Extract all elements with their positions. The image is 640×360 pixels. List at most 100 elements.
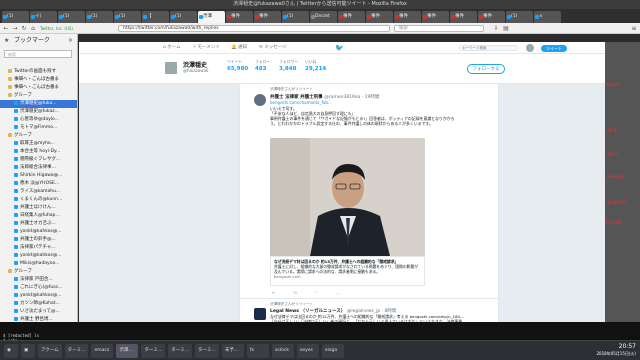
bookmark-item[interactable]: 日経集人@fuhap... <box>0 212 77 220</box>
profile-stat[interactable]: いいね 29,214 <box>305 59 326 72</box>
reply-icon[interactable]: ↩ <box>272 290 275 295</box>
bookmark-item[interactable]: いさ淡たまって@... <box>0 308 77 316</box>
bookmark-item[interactable]: 心善等ゆ@daylo... <box>0 116 77 124</box>
bookmark-item[interactable]: 渋澤穏史@fukaz... <box>0 108 77 116</box>
taskbar-button[interactable]: xclock <box>271 343 294 358</box>
nav-messages[interactable]: ✉ メッセージ <box>259 42 287 54</box>
bookmark-item[interactable]: グループ <box>0 92 77 100</box>
bookmark-item[interactable]: Mikis@hadayoo... <box>0 260 77 268</box>
tweet-avatar[interactable] <box>254 308 266 320</box>
close-icon[interactable]: × <box>68 37 73 44</box>
bookmark-item[interactable]: 弁護士オカ苫ぶ... <box>0 220 77 228</box>
taskbar-button[interactable]: アクーム <box>38 343 62 358</box>
nav-notifications[interactable]: 🔔 通知 <box>231 42 247 54</box>
desktop-file[interactable]: -EV-JPCRP... <box>606 200 629 205</box>
tweet-avatar[interactable] <box>254 94 266 106</box>
bookmark-item[interactable]: くまくんの@kunn... <box>0 196 77 204</box>
nav-home[interactable]: ⌂ ホーム <box>163 42 181 54</box>
bookmark-item[interactable]: ごれにぎ心(@fuss... <box>0 284 77 292</box>
bookmark-item[interactable]: 事細へ・ごんば古番ま <box>0 76 77 84</box>
tab[interactable]: 事件 <box>394 11 421 23</box>
taskbar-button[interactable]: ▣ <box>21 343 35 358</box>
bookmark-item[interactable]: 法律家 戸田合... <box>0 276 77 284</box>
profile-stat[interactable]: ツイート 65,980 <box>227 59 248 72</box>
menu-icon[interactable]: ≡ <box>630 25 638 32</box>
profile-stat[interactable]: フォロー 483 <box>255 59 270 72</box>
desktop-file[interactable]: skenbl <box>606 82 619 87</box>
taskbar-button[interactable]: xloga <box>321 343 344 358</box>
desktop-file[interactable]: l3-ISSM <box>606 220 621 225</box>
library-icon[interactable]: ▤ <box>502 25 510 32</box>
tab[interactable]: (1) <box>170 11 197 23</box>
bookmark-item[interactable]: 弁護士ほけけん... <box>0 204 77 212</box>
retweet-icon[interactable]: ⟲ <box>293 290 296 295</box>
taskbar-button[interactable]: ターミ... <box>195 343 219 358</box>
search-input[interactable]: 検索 <box>394 25 484 32</box>
link-card[interactable]: なぜ洗冊デマ材は回るのか 約15万件、弁護士への組織的な「懲戒請求」 弁護士に対… <box>270 256 425 286</box>
bookmark-item[interactable]: 法律家パテチゃ... <box>0 244 77 252</box>
url-input[interactable]: https://twitter.com/fukazawa0/with_repli… <box>118 25 390 32</box>
avatar[interactable] <box>526 44 534 52</box>
follow-button[interactable]: フォローする <box>467 64 505 74</box>
forward-icon[interactable]: → <box>11 25 19 32</box>
bookmark-item[interactable]: 悪木 淡@YHOSE... <box>0 180 77 188</box>
tab[interactable]: 事件 <box>226 11 253 23</box>
bookmark-item[interactable]: グループ <box>0 132 77 140</box>
taskbar-button[interactable]: emacs <box>91 343 114 358</box>
sidebar-title[interactable]: ★ ブックマーク <box>0 34 78 48</box>
tweet-button[interactable]: ツイート <box>541 45 567 52</box>
tab[interactable]: 事件 <box>478 11 505 23</box>
bookmark-item[interactable]: 弁護士の鈴手@... <box>0 236 77 244</box>
clock[interactable]: 20:57 2018年05月15日(火) <box>597 343 636 356</box>
tab[interactable]: (1) <box>86 11 113 23</box>
tab[interactable]: (1) <box>58 11 85 23</box>
taskbar-button[interactable]: ターミ... <box>64 343 89 358</box>
bookmark-item[interactable]: yonkt@kahkos@... <box>0 228 77 236</box>
bookmark-item[interactable]: 法郎総合法律事... <box>0 164 77 172</box>
taskbar-button[interactable]: 渋澤... <box>116 343 139 358</box>
reload-icon[interactable]: ↻ <box>20 25 28 32</box>
bookmark-item[interactable]: Shirkin Higawa@... <box>0 172 77 180</box>
twitter-search-input[interactable]: キーワード検索 <box>459 45 519 51</box>
bookmark-item[interactable]: yonkt@kahkos@... <box>0 252 77 260</box>
desktop-file[interactable]: -BPaiyd-j... <box>606 174 627 179</box>
tab[interactable]: 事件 <box>254 11 281 23</box>
bookmark-item[interactable]: 本合主等 hoyi-Dy... <box>0 148 77 156</box>
bookmark-item[interactable]: Twitterの画面も残す <box>0 68 77 76</box>
tab[interactable]: (1) <box>114 11 141 23</box>
bookmark-item[interactable]: yonkt@kahkos@... <box>0 292 77 300</box>
taskbar-button[interactable]: 未予... <box>221 343 244 358</box>
back-icon[interactable]: ← <box>2 25 10 32</box>
nav-moments[interactable]: ⚡ モーメント <box>193 42 220 54</box>
taskbar-button[interactable]: ターミ... <box>168 343 193 358</box>
tab[interactable]: 事件 <box>338 11 365 23</box>
tab[interactable]: 【 <box>142 11 169 23</box>
taskbar-button[interactable]: ◉ <box>4 343 18 358</box>
taskbar-button[interactable]: xeyes <box>296 343 319 358</box>
tab[interactable]: 事件 <box>366 11 393 23</box>
tab[interactable]: (1) <box>282 11 309 23</box>
profile-avatar[interactable] <box>164 61 178 75</box>
tab[interactable]: 事件 <box>422 11 449 23</box>
bookmark-item[interactable]: 取耳王@myho... <box>0 140 77 148</box>
taskbar-button[interactable]: fx <box>246 343 269 358</box>
site-identity[interactable]: Twitter, Inc. (US) <box>40 25 73 32</box>
more-icon[interactable]: … <box>336 290 340 295</box>
bookmark-item[interactable]: グループ <box>0 268 77 276</box>
tab[interactable]: 事件 <box>450 11 477 23</box>
like-icon[interactable]: ♡ <box>315 290 319 295</box>
bookmark-item[interactable]: モトマ@Fimmo... <box>0 124 77 132</box>
desktop-file[interactable]: -FR-9-- <box>606 128 619 133</box>
tab[interactable]: × <box>534 11 561 23</box>
download-icon[interactable]: ⇩ <box>492 25 500 32</box>
bookmark-item[interactable]: カツン師@Kahat... <box>0 300 77 308</box>
tab[interactable]: (1) <box>2 11 29 23</box>
bookmark-item[interactable]: 徳際級ぐフレサグ... <box>0 156 77 164</box>
tab[interactable]: (1) <box>506 11 533 23</box>
tweet-photo[interactable] <box>270 138 425 256</box>
bookmark-search-input[interactable]: 検索 <box>4 50 72 58</box>
taskbar-button[interactable]: ターミ... <box>141 343 166 358</box>
bookmark-item[interactable]: ライス@kamahu... <box>0 188 77 196</box>
home-icon[interactable]: ⌂ <box>29 25 37 32</box>
terminal-window[interactable]: $ [redacted] ls$ echo ...[ruby-2.x.x] ~ … <box>0 322 640 348</box>
